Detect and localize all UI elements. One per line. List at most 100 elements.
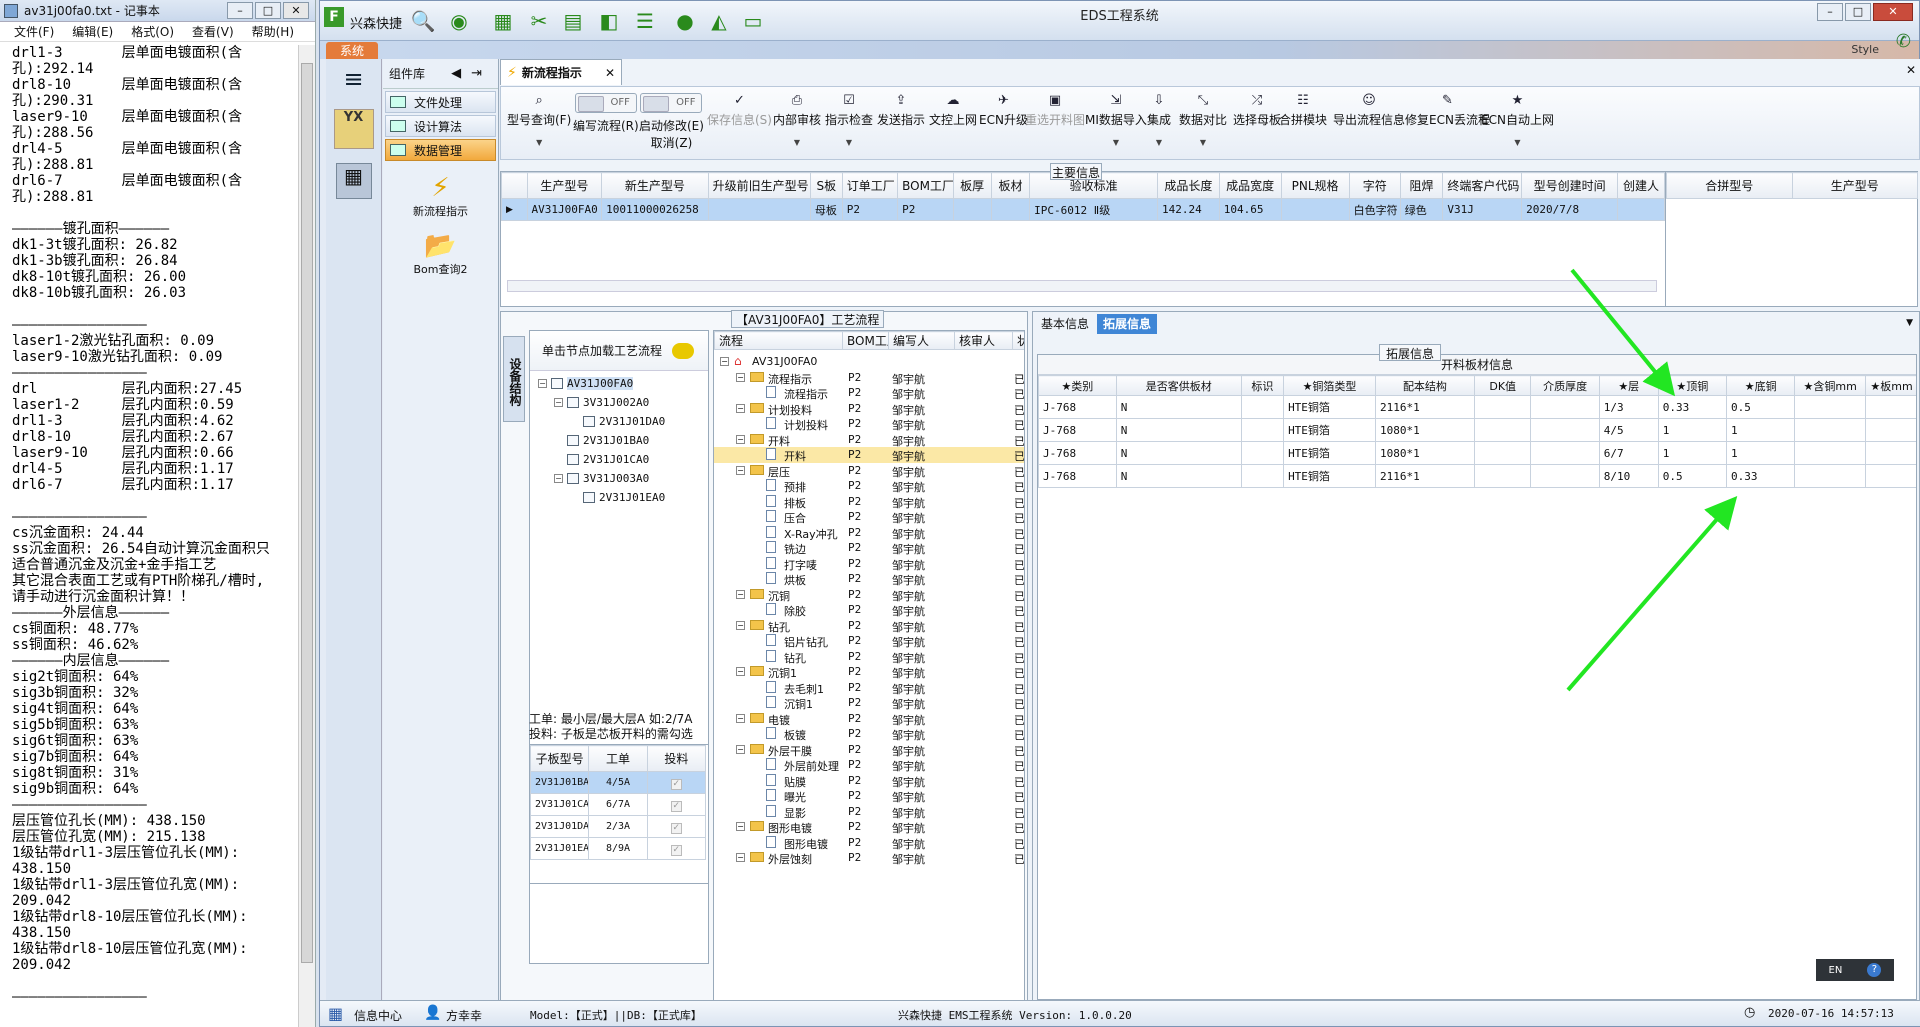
collapse-icon[interactable]: − [736,589,745,599]
feed-checkbox[interactable]: ✓ [670,823,682,834]
flow-row[interactable]: −开料P2邹宇航已编写 [714,432,1024,448]
feed-checkbox[interactable]: ✓ [670,801,682,812]
collapse-icon[interactable]: − [736,620,745,630]
column-header[interactable]: 成品长度 [1156,172,1220,199]
flow-row[interactable]: 预排P2邹宇航已编写 [714,478,1024,494]
yx-logo-icon[interactable]: YX [333,109,374,149]
collapse-icon[interactable]: − [554,474,563,483]
column-header[interactable]: 标识 [1240,375,1285,396]
table-row[interactable]: J-768 N HTE铜箔 1080*1 4/5 1 1 [1038,418,1916,442]
tree-node[interactable]: 2V31J01CA0 [554,453,649,466]
menu-icon[interactable]: ≡ [334,65,374,95]
grid-icon[interactable]: ▦ [490,9,516,33]
table-row[interactable]: 2V31J01BA04/5A ✓ [529,771,707,794]
workspace-close-icon[interactable]: ✕ [1906,63,1916,77]
flow-row[interactable]: X-Ray冲孔P2邹宇航已编写 [714,525,1024,541]
flow-row[interactable]: 排板P2邹宇航已编写 [714,494,1024,510]
column-header[interactable]: 创建人 [1617,172,1665,199]
flow-row[interactable]: 铣边P2邹宇航已编写 [714,540,1024,556]
collapse-icon[interactable]: − [736,744,745,754]
notepad-menu-item[interactable]: 帮助(H) [252,23,294,40]
minimize-button[interactable]: – [227,2,253,19]
collapse-icon[interactable]: − [736,465,745,475]
collapse-icon[interactable]: − [736,403,745,413]
column-header[interactable]: ★层 [1598,375,1659,396]
ribbon-button[interactable]: ☁ 文控上网 [929,93,977,128]
calculator-icon[interactable]: ▦ [335,163,372,199]
column-header[interactable]: 新生产型号 [601,172,709,199]
sidebar-item[interactable]: 设计算法 [385,115,496,137]
chevron-down-icon[interactable]: ▼ [507,138,571,147]
table-row[interactable]: J-768 N HTE铜箔 2116*1 1/3 0.33 0.5 [1038,395,1916,419]
ribbon-button[interactable]: ☑ 指示检查 ▼ [825,93,873,147]
ribbon-button[interactable]: ☺ 导出流程信息 [1333,93,1405,128]
flow-row[interactable]: 图形电镀P2邹宇航已编写 [714,835,1024,851]
device-structure-tab[interactable]: 设备结构 [503,336,525,422]
close-tab-icon[interactable]: ✕ [605,66,615,80]
tree-node[interactable]: − AV31J00FA0 [538,377,634,390]
flow-row[interactable]: 板镀P2邹宇航已编写 [714,726,1024,742]
notepad-menu-item[interactable]: 编辑(E) [72,23,113,40]
grid-icon[interactable]: ▦ [328,1004,343,1023]
chevron-down-icon[interactable]: ▼ [1481,138,1554,147]
flow-row[interactable]: −电镀P2邹宇航已编写 [714,711,1024,727]
close-button[interactable]: ✕ [283,2,309,19]
column-header[interactable]: 核审人 [954,331,1013,350]
column-header[interactable]: 投料 [646,745,707,772]
ribbon-button[interactable]: ★ ECN自动上网 ▼ [1481,93,1554,147]
maximize-button[interactable]: □ [255,2,281,19]
sidebar-item[interactable]: 文件处理 [385,91,496,113]
globe-icon[interactable]: ◉ [446,9,472,33]
column-header[interactable]: ★含铜mm [1794,375,1867,396]
ribbon-button[interactable]: ⤮ 选择母板 [1233,93,1281,128]
ribbon-button[interactable]: ✓ 保存信息(S) [707,93,772,128]
flow-row[interactable]: 压合P2邹宇航已编写 [714,509,1024,525]
chevron-down-icon[interactable]: ▼ [1179,138,1227,147]
column-header[interactable]: 板材 [990,172,1031,199]
ribbon-button[interactable]: ✎ 修复ECN丢流程 [1405,93,1490,128]
flow-row[interactable]: 曝光P2邹宇航已编写 [714,788,1024,804]
column-header[interactable]: PNL规格 [1280,172,1350,199]
notepad-text-area[interactable]: drl1-3 层单面电镀面积(含 孔):292.14 drl8-10 层单面电镀面积… [12,45,302,1005]
tree-node[interactable]: − 3V31J002A0 [554,396,649,409]
column-header[interactable]: 合拼型号 [1666,172,1793,199]
minimize-button[interactable]: – [1817,3,1843,21]
column-header[interactable]: 订单工厂 [841,172,899,199]
collapse-icon[interactable]: − [736,853,745,862]
chevron-down-icon[interactable]: ▼ [825,138,873,147]
ribbon-button[interactable]: ▣ 重选开料图 [1025,93,1085,128]
column-header[interactable]: 成品宽度 [1218,172,1282,199]
ribbon-button[interactable]: ☷ 合拼模块 [1279,93,1327,128]
flow-row[interactable]: −钻孔P2邹宇航已编写 [714,618,1024,634]
feed-checkbox[interactable]: ✓ [670,845,682,856]
table-row[interactable]: ▶ AV31J00FA0 10011000026258 母板 P2 P2 IPC-6012 … [501,198,1665,221]
tree-node[interactable]: 2V31J01BA0 [554,434,649,447]
detail-tab[interactable]: 拓展信息 [1097,314,1158,334]
flow-row[interactable]: 贴膜P2邹宇航已编写 [714,773,1024,789]
column-header[interactable]: 字符 [1348,172,1401,199]
tab-new-flow[interactable]: ⚡ 新流程指示 ✕ [500,59,622,85]
column-header[interactable]: BOM工厂 [897,172,954,199]
close-button[interactable]: ✕ [1873,3,1913,21]
column-header[interactable]: 是否客供板材 [1115,375,1242,396]
flow-row[interactable]: 外层前处理P2邹宇航已编写 [714,757,1024,773]
collapse-icon[interactable]: − [736,667,745,676]
column-header[interactable]: 型号创建时间 [1521,172,1618,199]
notepad-menu-item[interactable]: 查看(V) [192,23,234,40]
chevron-down-icon[interactable]: ▼ [773,138,821,147]
flow-row[interactable]: −图形电镀P2邹宇航已编写 [714,819,1024,835]
toggle-switch[interactable]: OFF [574,93,637,113]
flow-row[interactable]: 去毛刺1P2邹宇航已编写 [714,680,1024,696]
column-header[interactable]: BOM工厂 [842,331,889,350]
film-icon[interactable]: ▤ [560,9,586,33]
column-header[interactable]: 板厚 [952,172,992,199]
style-menu[interactable]: Style [1851,43,1879,56]
flow-row[interactable]: −沉铜P2邹宇航已编写 [714,587,1024,603]
flow-row[interactable]: −层压P2邹宇航已编写 [714,463,1024,479]
column-header[interactable]: 状态 [1012,331,1024,350]
tree-node[interactable]: 2V31J01DA0 [570,415,665,428]
flow-row[interactable]: − 外层蚀刻 P2 邹宇航 已编写 [714,850,1024,866]
scissors-icon[interactable]: ✂ [526,9,552,33]
flow-row[interactable]: −计划投料P2邹宇航已编写 [714,401,1024,417]
ribbon-button[interactable]: ⇪ 发送指示 [877,93,925,128]
